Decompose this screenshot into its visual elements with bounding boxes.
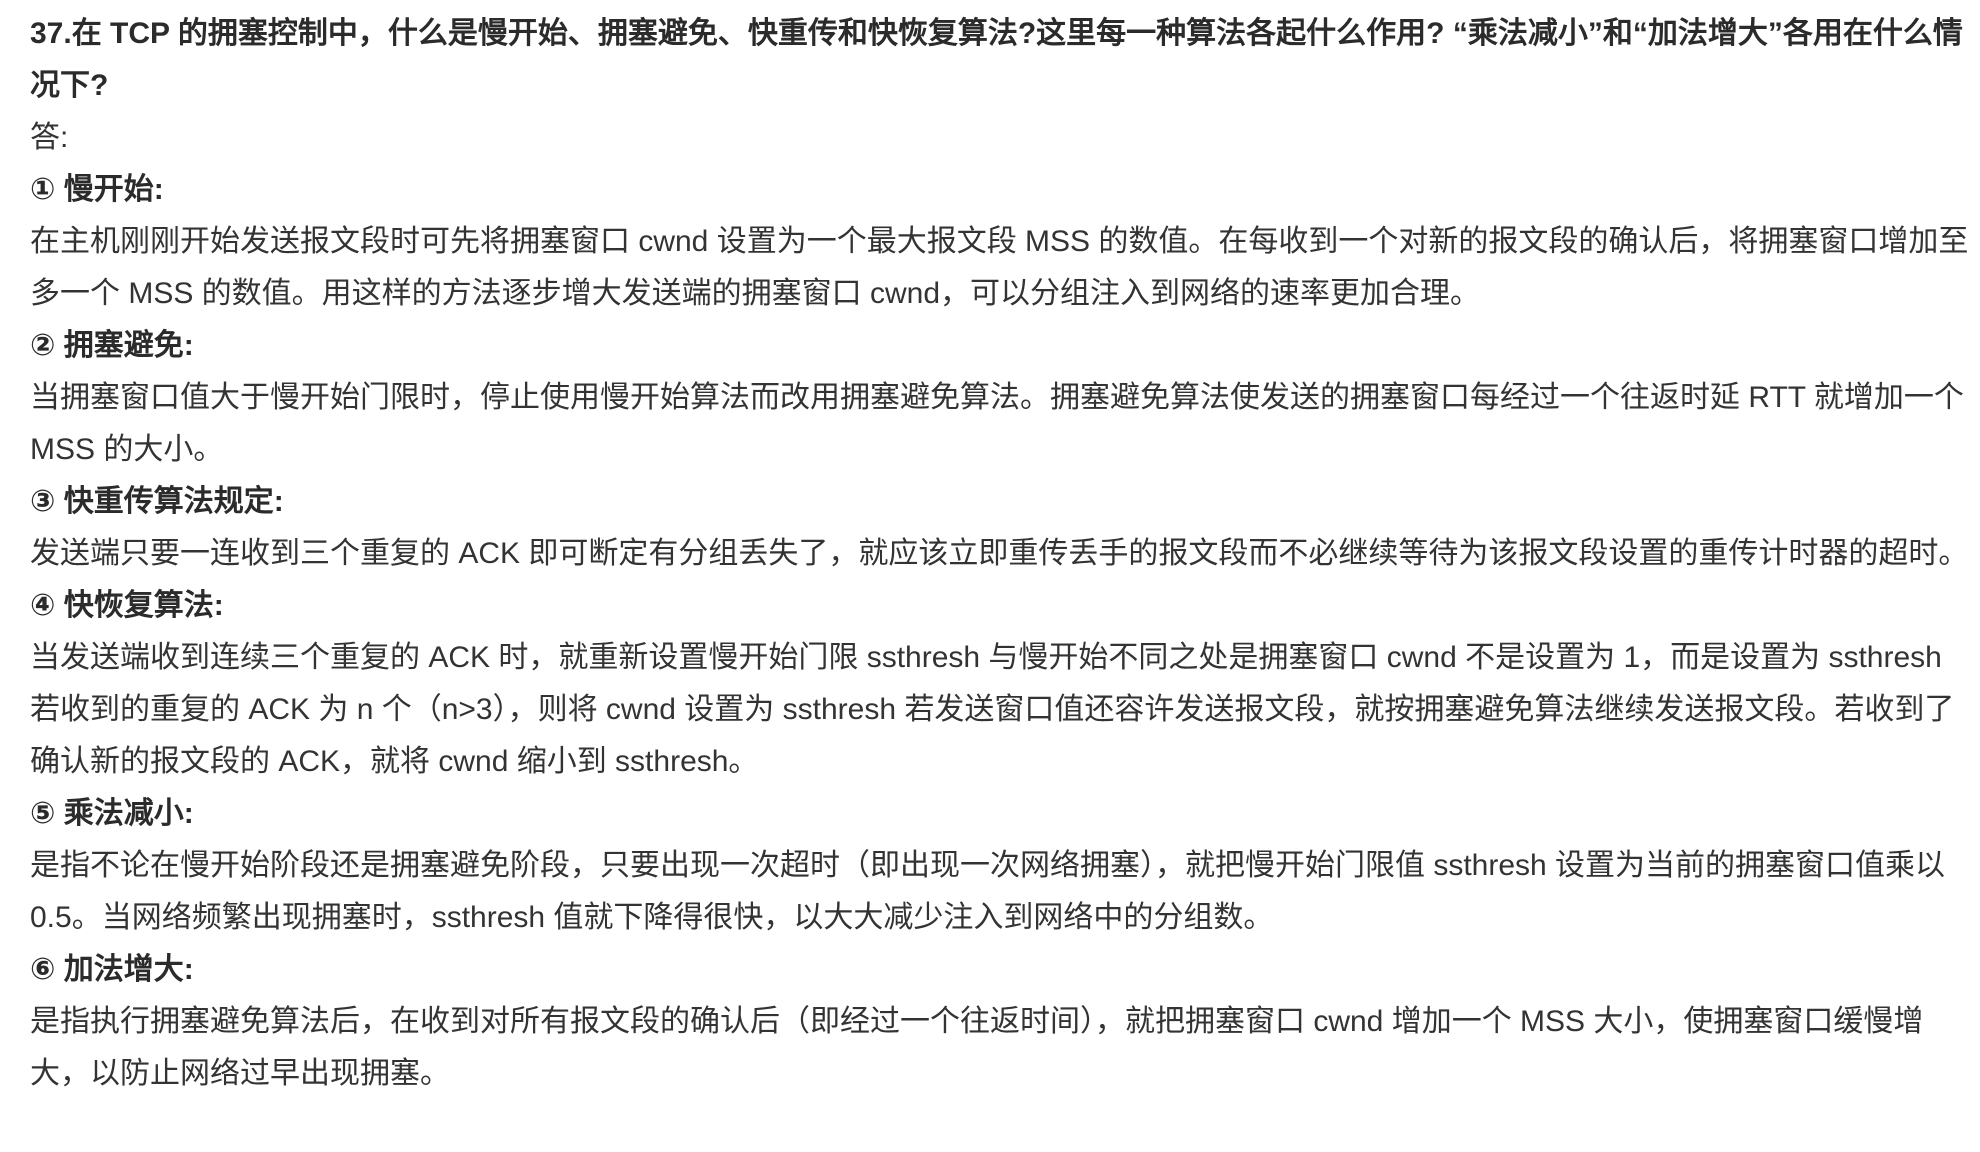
section-body-congestion-avoidance: 当拥塞窗口值大于慢开始门限时，停止使用慢开始算法而改用拥塞避免算法。拥塞避免算法… <box>30 381 1964 466</box>
section-body-additive-increase: 是指执行拥塞避免算法后，在收到对所有报文段的确认后（即经过一个往返时间），就把拥… <box>30 1005 1924 1090</box>
section-heading-fast-retransmit: ③ 快重传算法规定: <box>30 485 284 518</box>
section-body-slow-start: 在主机刚刚开始发送报文段时可先将拥塞窗口 cwnd 设置为一个最大报文段 MSS… <box>30 225 1969 310</box>
section-heading-congestion-avoidance: ② 拥塞避免: <box>30 329 194 362</box>
section-body-fast-retransmit: 发送端只要一连收到三个重复的 ACK 即可断定有分组丢失了，就应该立即重传丢手的… <box>30 537 1969 570</box>
section-body-fast-recovery: 当发送端收到连续三个重复的 ACK 时，就重新设置慢开始门限 ssthresh … <box>30 641 1955 778</box>
question-title: 37.在 TCP 的拥塞控制中，什么是慢开始、拥塞避免、快重传和快恢复算法?这里… <box>30 17 1963 102</box>
section-heading-slow-start: ① 慢开始: <box>30 173 164 206</box>
section-heading-fast-recovery: ④ 快恢复算法: <box>30 589 224 622</box>
document-page: 37.在 TCP 的拥塞控制中，什么是慢开始、拥塞避免、快重传和快恢复算法?这里… <box>30 8 1970 1100</box>
answer-label: 答: <box>30 121 69 154</box>
section-heading-additive-increase: ⑥ 加法增大: <box>30 953 194 986</box>
section-body-multiplicative-decrease: 是指不论在慢开始阶段还是拥塞避免阶段，只要出现一次超时（即出现一次网络拥塞），就… <box>30 849 1946 934</box>
section-heading-multiplicative-decrease: ⑤ 乘法减小: <box>30 797 194 830</box>
